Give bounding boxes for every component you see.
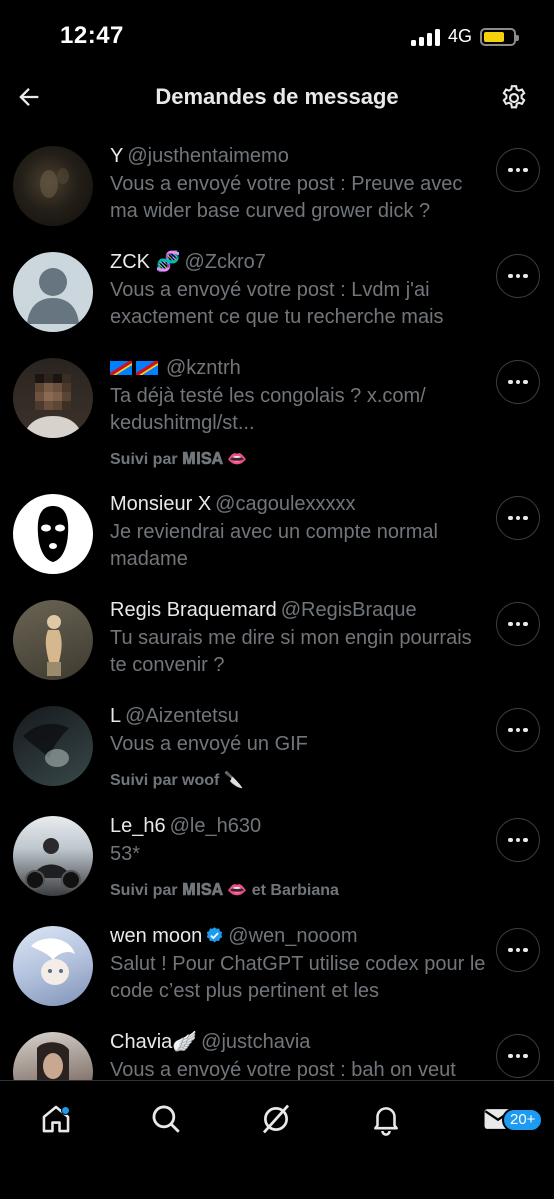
status-time: 12:47 <box>60 22 124 49</box>
status-bar: 12:47 4G <box>0 0 554 72</box>
followed-by: Suivi par 𝐌𝐈𝐒𝐀 👄 <box>110 451 248 468</box>
avatar[interactable] <box>13 816 93 896</box>
flag-icon <box>110 361 132 375</box>
message-preview: Vous a envoyé votre post : bah on veut <box>110 1059 456 1080</box>
avatar[interactable] <box>13 1032 93 1080</box>
more-options-button[interactable] <box>496 148 540 192</box>
tab-search[interactable] <box>138 1097 194 1141</box>
sender-handle: @cagoulexxxxx <box>215 493 356 515</box>
message-request-list: Y @justhentaimemo Vous a envoyé votre pos… <box>0 134 554 1080</box>
signal-icon <box>410 28 440 46</box>
more-options-button[interactable] <box>496 818 540 862</box>
message-preview: Tu saurais me dire si mon engin pourrais… <box>110 627 472 676</box>
tab-messages[interactable]: 20+ <box>470 1097 544 1141</box>
sender-name: L <box>110 705 122 727</box>
page-title: Demandes de message <box>155 84 399 109</box>
avatar[interactable] <box>13 146 93 226</box>
status-indicators: 4G <box>410 26 519 47</box>
avatar[interactable] <box>13 494 93 574</box>
message-preview: Salut ! Pour ChatGPT utilise codex pour … <box>110 953 486 1002</box>
message-preview: Ta déjà testé les congolais ? x.com/ ked… <box>110 385 426 434</box>
avatar[interactable] <box>13 926 93 1006</box>
avatar[interactable] <box>13 600 93 680</box>
avatar[interactable] <box>13 252 93 332</box>
sender-name: Y <box>110 145 124 167</box>
sender-name: Le_h6 <box>110 815 166 837</box>
sender-handle: @RegisBraque <box>280 599 417 621</box>
sender-handle: @justhentaimemo <box>127 145 289 167</box>
sender-name: Chavia🪽 <box>110 1031 198 1053</box>
flag-icon <box>136 361 158 375</box>
sender-name: Monsieur X <box>110 493 212 515</box>
notification-dot <box>61 1106 70 1115</box>
followed-by: Suivi par 𝐌𝐈𝐒𝐀 👄 et Barbiana <box>110 882 339 899</box>
settings-button[interactable] <box>498 82 530 114</box>
message-preview: Vous a envoyé votre post : Lvdm j'ai exa… <box>110 279 444 328</box>
more-options-button[interactable] <box>496 254 540 298</box>
avatar[interactable] <box>13 358 93 438</box>
avatar[interactable] <box>13 706 93 786</box>
verified-badge-icon <box>207 927 223 943</box>
gear-icon <box>502 85 526 109</box>
grok-icon <box>262 1104 290 1134</box>
sender-handle: @Zckro7 <box>184 251 266 273</box>
message-preview: 53* <box>110 843 141 865</box>
sender-handle: @le_h630 <box>169 815 262 837</box>
more-options-button[interactable] <box>496 928 540 972</box>
sender-handle: @justchavia <box>201 1031 311 1053</box>
search-icon <box>152 1105 180 1133</box>
bottom-tab-bar: 20+ <box>0 1080 554 1199</box>
messages-badge: 20+ <box>502 1108 544 1132</box>
battery-icon <box>480 27 519 46</box>
bell-icon <box>374 1107 398 1136</box>
message-preview: Vous a envoyé votre post : Preuve avec m… <box>110 173 463 222</box>
tab-home[interactable] <box>28 1097 84 1141</box>
header: Demandes de message <box>0 72 554 124</box>
sender-name: wen moon <box>110 925 203 947</box>
network-type: 4G <box>447 26 472 46</box>
followed-by: Suivi par woof 🔪 <box>110 772 244 789</box>
message-preview: Vous a envoyé un GIF <box>110 733 308 755</box>
message-preview: Je reviendrai avec un compte normal mada… <box>110 521 438 570</box>
more-options-button[interactable] <box>496 1034 540 1078</box>
sender-handle: @kzntrh <box>166 357 241 379</box>
sender-name: Regis Braquemard <box>110 599 277 621</box>
more-options-button[interactable] <box>496 496 540 540</box>
more-options-button[interactable] <box>496 360 540 404</box>
more-options-button[interactable] <box>496 602 540 646</box>
tab-grok[interactable] <box>248 1097 304 1141</box>
tab-notifications[interactable] <box>358 1097 414 1141</box>
more-options-button[interactable] <box>496 708 540 752</box>
sender-handle: @Aizentetsu <box>125 705 239 727</box>
sender-name: ZCK 🧬 <box>110 251 181 273</box>
sender-handle: @wen_nooom <box>228 925 358 947</box>
